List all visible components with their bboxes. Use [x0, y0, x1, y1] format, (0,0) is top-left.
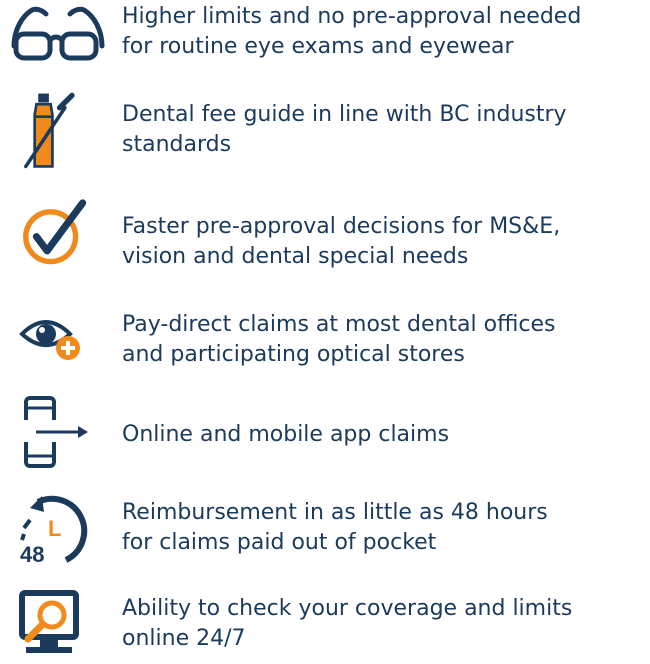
clock-letter-l: L — [48, 516, 61, 541]
feature-row-preapproval: Faster pre-approval decisions for MS&E, … — [0, 190, 650, 280]
feature-text: Pay-direct claims at most dental offices… — [122, 312, 556, 367]
feature-list: Higher limits and no pre-approval needed… — [0, 0, 650, 658]
feature-text: Reimbursement in as little as 48 hours f… — [122, 500, 548, 555]
clock-48-hours-icon: L 48 — [8, 488, 104, 568]
feature-text: Ability to check your coverage and limit… — [122, 596, 573, 651]
monitor-magnifier-icon — [8, 584, 104, 658]
feature-row-reimbursement: L 48 Reimbursement in as little as 48 ho… — [0, 488, 650, 568]
checkmark-circle-icon — [8, 194, 104, 284]
feature-text: Faster pre-approval decisions for MS&E, … — [122, 214, 561, 269]
feature-row-eyewear: Higher limits and no pre-approval needed… — [0, 0, 650, 80]
glasses-icon — [8, 0, 105, 80]
feature-row-coverage-check: Ability to check your coverage and limit… — [0, 584, 650, 658]
clock-badge-48: 48 — [20, 542, 44, 567]
feature-text: Online and mobile app claims — [122, 422, 450, 447]
toothpaste-toothbrush-icon — [8, 90, 104, 180]
feature-row-pay-direct: Pay-direct claims at most dental offices… — [0, 300, 650, 380]
feature-text: Dental fee guide in line with BC industr… — [122, 102, 567, 157]
eye-plus-icon — [8, 300, 104, 380]
feature-text: Higher limits and no pre-approval needed… — [122, 4, 582, 59]
feature-row-online-claims: Online and mobile app claims — [0, 394, 650, 474]
mobile-phone-arrow-icon — [8, 394, 104, 474]
feature-row-dental: Dental fee guide in line with BC industr… — [0, 90, 650, 180]
